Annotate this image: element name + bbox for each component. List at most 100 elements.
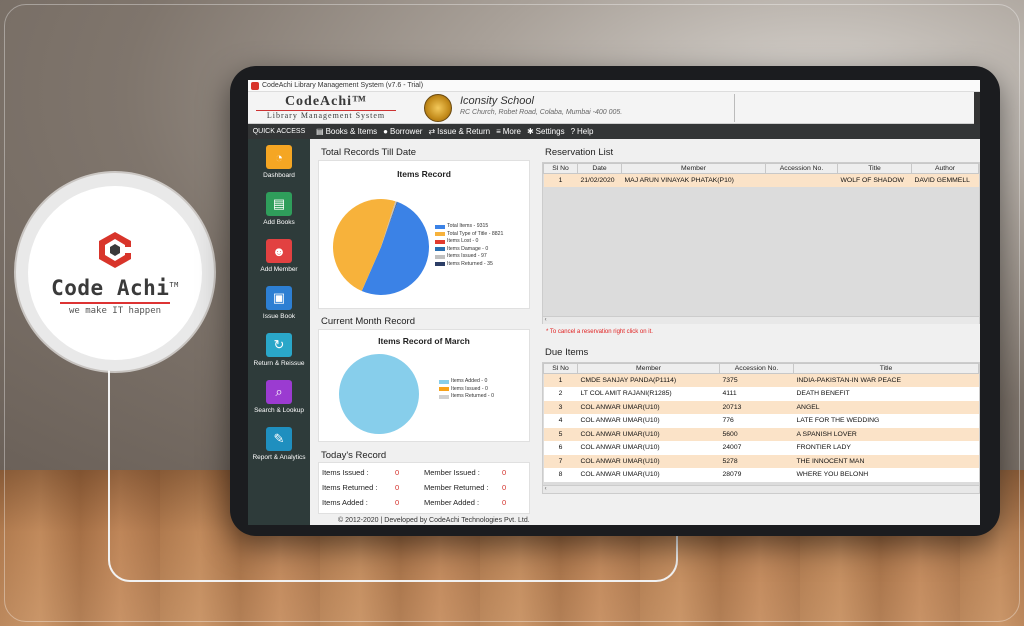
legend-swatch <box>435 232 445 237</box>
col-title[interactable]: Title <box>837 163 912 174</box>
current-month-panel: Items Record of March Items Added - 0 Ite… <box>318 329 530 442</box>
sidebar-item-return-reissue[interactable]: ↻ Return & Reissue <box>248 333 310 367</box>
nav-more[interactable]: ≡ More <box>496 127 521 136</box>
school-name: Iconsity School <box>460 95 534 107</box>
table-row[interactable]: 3 COL ANWAR UMAR(U10) 20713 ANGEL <box>543 400 979 414</box>
table-row[interactable]: 5 COL ANWAR UMAR(U10) 5600 A SPANISH LOVER <box>543 427 979 441</box>
legend-entry: Items Damage - 0 <box>435 246 503 254</box>
school-emblem-icon <box>424 94 452 122</box>
books-icon: ▤ <box>266 192 292 216</box>
search-icon: ⌕ <box>266 380 292 404</box>
sidebar-item-add-books[interactable]: ▤ Add Books <box>248 192 310 226</box>
nav-help[interactable]: ? Help <box>571 127 594 136</box>
due-items-scrollbar[interactable]: ‹ <box>543 485 979 493</box>
table-row[interactable]: 1 CMDE SANJAY PANDA(P1114) 7375 INDIA-PAKIS… <box>543 373 979 387</box>
books-icon: ▤ <box>316 127 324 136</box>
legend-swatch <box>435 254 445 259</box>
col-member[interactable]: Member <box>621 163 766 174</box>
legend-swatch <box>435 239 445 244</box>
quick-access-label: QUICK ACCESS <box>252 128 306 135</box>
today-row-1: Items Issued : 0 Member Issued : 0 <box>322 468 507 477</box>
member-added-value: 0 <box>502 498 507 507</box>
table-row[interactable]: 2 LT COL AMIT RAJANI(R1285) 4111 DEATH BENE… <box>543 387 979 401</box>
table-row[interactable]: 6 COL ANWAR UMAR(U10) 24007 FRONTIER LADY <box>543 441 979 455</box>
sidebar-item-search-lookup[interactable]: ⌕ Search & Lookup <box>248 380 310 414</box>
table-row[interactable]: 7 COL ANWAR UMAR(U10) 5278 THE INNOCENT MAN <box>543 454 979 468</box>
legend-swatch <box>435 224 445 229</box>
todays-record-title: Today's Record <box>321 450 387 461</box>
items-returned-value: 0 <box>395 483 400 492</box>
sidebar-item-issue-book[interactable]: ▣ Issue Book <box>248 286 310 320</box>
legend-swatch <box>439 394 449 399</box>
items-record-chart-title: Items Record <box>397 169 451 179</box>
total-records-title: Total Records Till Date <box>321 147 417 158</box>
brand-name: CodeAchi™ <box>284 94 368 109</box>
cancel-reservation-note: * To cancel a reservation right click on… <box>546 329 653 335</box>
col-author[interactable]: Author <box>911 163 979 174</box>
col-member[interactable]: Member <box>577 363 720 374</box>
nav-books-items[interactable]: ▤ Books & Items <box>316 127 377 136</box>
legend-entry: Items Lost - 0 <box>435 238 503 246</box>
legend-label: Items Issued - 0 <box>451 385 488 392</box>
return-icon: ↻ <box>266 333 292 357</box>
logo-underline <box>60 302 170 304</box>
col-sl-no[interactable]: Sl No <box>543 163 578 174</box>
legend-swatch <box>435 262 445 267</box>
reservation-table: Sl No Date Member Accession No. Title Au… <box>542 162 980 324</box>
month-record-chart-title: Items Record of March <box>378 336 470 346</box>
user-icon: ● <box>383 127 388 136</box>
legend-entry: Items Added - 0 <box>439 378 494 386</box>
quick-access-sidebar: ◔ Dashboard ▤ Add Books ☻ Add Member ▣ I… <box>248 139 310 525</box>
col-accession[interactable]: Accession No. <box>765 163 838 174</box>
issue-icon: ▣ <box>266 286 292 310</box>
legend-entry: Items Returned - 0 <box>439 393 494 401</box>
window-title: CodeAchi Library Management System (v7.6… <box>262 82 424 89</box>
sidebar-item-add-member[interactable]: ☻ Add Member <box>248 239 310 273</box>
col-accession[interactable]: Accession No. <box>719 363 794 374</box>
sidebar-item-report-analytics[interactable]: ✎ Report & Analytics <box>248 427 310 461</box>
menu-icon: ≡ <box>496 127 501 136</box>
col-date[interactable]: Date <box>577 163 622 174</box>
codeachi-mark-icon <box>99 232 131 268</box>
promo-logo-text: Code AchiTM <box>51 276 179 300</box>
table-row[interactable]: 1 21/02/2020 MAJ ARUN VINAYAK PHATAK(P10… <box>543 173 979 187</box>
nav-borrower[interactable]: ● Borrower <box>383 127 422 136</box>
sidebar-item-dashboard[interactable]: ◔ Dashboard <box>248 145 310 179</box>
reservation-scrollbar[interactable]: ‹ <box>543 316 979 324</box>
legend-label: Total Type of Title - 8821 <box>447 230 504 237</box>
brand-logo: CodeAchi™ Library Management System <box>256 94 396 122</box>
header-divider <box>734 94 735 122</box>
today-row-3: Items Added : 0 Member Added : 0 <box>322 498 507 507</box>
member-icon: ☻ <box>266 239 292 263</box>
table-row[interactable]: 4 COL ANWAR UMAR(U10) 776 LATE FOR THE WEDD… <box>543 414 979 428</box>
nav-issue-return[interactable]: ⇄ Issue & Return <box>428 127 490 136</box>
pie-slice-empty <box>339 354 419 434</box>
main-navbar: QUICK ACCESS ▤ Books & Items ● Borrower ⇄ I… <box>248 124 980 139</box>
legend-entry: Items Issued - 97 <box>435 253 503 261</box>
col-title[interactable]: Title <box>793 363 979 374</box>
col-sl-no[interactable]: Sl No <box>543 363 578 374</box>
legend-label: Items Issued - 97 <box>447 253 487 259</box>
legend-label: Items Added - 0 <box>451 378 488 384</box>
window-titlebar: CodeAchi Library Management System (v7.6… <box>248 80 980 92</box>
swap-icon: ⇄ <box>428 127 436 136</box>
legend-swatch <box>439 379 449 384</box>
legend-label: Items Lost - 0 <box>447 238 479 244</box>
current-month-title: Current Month Record <box>321 316 415 327</box>
app-icon <box>251 82 259 90</box>
legend-entry: Items Returned - 35 <box>435 261 503 269</box>
month-record-pie-chart <box>339 354 419 434</box>
app-screen: CodeAchi Library Management System (v7.6… <box>248 80 980 525</box>
nav-settings[interactable]: ✱ Settings <box>527 127 565 136</box>
footer-copyright: © 2012-2020 | Developed by CodeAchi Tech… <box>338 517 530 524</box>
legend-label: Items Returned - 0 <box>451 393 494 399</box>
items-added-value: 0 <box>395 498 400 507</box>
table-row[interactable]: 8 COL ANWAR UMAR(U10) 28079 WHERE YOU BELON… <box>543 468 979 482</box>
legend-label: Total Items - 9315 <box>447 223 489 229</box>
gear-icon: ✱ <box>526 127 534 136</box>
today-row-2: Items Returned : 0 Member Returned : 0 <box>322 483 507 492</box>
items-record-pie-chart <box>332 198 429 295</box>
due-items-table: Sl No Member Accession No. Title 1 CMDE S… <box>542 362 980 494</box>
help-icon: ? <box>570 127 576 136</box>
promo-tagline: we make IT happen <box>68 306 162 316</box>
